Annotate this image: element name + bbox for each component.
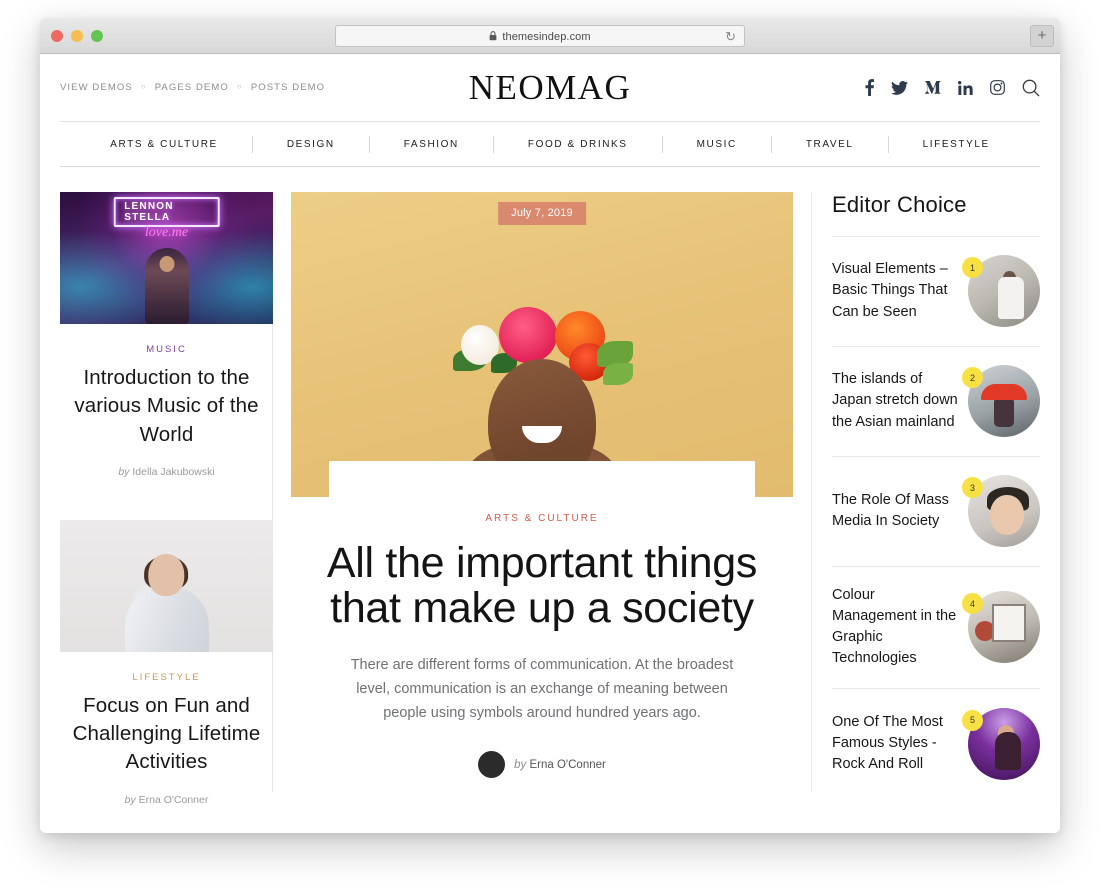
feature-category[interactable]: ARTS & CULTURE	[319, 513, 765, 524]
linkedin-icon[interactable]	[958, 80, 973, 95]
instagram-icon[interactable]	[990, 80, 1005, 95]
nav-item-design[interactable]: DESIGN	[253, 139, 369, 150]
address-bar[interactable]: themesindep.com ↻	[335, 25, 745, 47]
nav-item-food-drinks[interactable]: FOOD & DRINKS	[494, 139, 662, 150]
article-byline: by Erna O'Conner	[60, 794, 273, 806]
new-tab-button[interactable]: +	[1030, 25, 1054, 47]
sidebar-item-title[interactable]: Colour Management in the Graphic Technol…	[832, 585, 958, 669]
sidebar-item-title[interactable]: The Role Of Mass Media In Society	[832, 490, 958, 532]
sidebar-title: Editor Choice	[832, 192, 1040, 237]
article-category-music[interactable]: MUSIC	[60, 344, 273, 355]
demo-separator-icon: ○	[236, 82, 243, 91]
window-controls[interactable]	[51, 30, 103, 42]
performer-figure	[144, 248, 189, 324]
article-card-lifestyle[interactable]: LIFESTYLE Focus on Fun and Challenging L…	[60, 519, 273, 806]
feature-excerpt: There are different forms of communicati…	[350, 657, 734, 722]
rank-badge: 5	[962, 709, 983, 731]
byline-author[interactable]: Idella Jakubowski	[132, 466, 214, 478]
social-links	[865, 79, 1040, 97]
nav-item-fashion[interactable]: FASHION	[370, 139, 493, 150]
main-navigation: ARTS & CULTURE DESIGN FASHION FOOD & DRI…	[60, 121, 1040, 167]
list-item[interactable]: The Role Of Mass Media In Society 3	[832, 457, 1040, 567]
maximize-window-button[interactable]	[91, 30, 103, 42]
nav-item-travel[interactable]: TRAVEL	[772, 139, 888, 150]
lock-icon	[489, 30, 497, 44]
rank-badge: 2	[962, 367, 983, 388]
article-title[interactable]: Focus on Fun and Challenging Lifetime Ac…	[60, 692, 273, 777]
article-thumbnail-woman[interactable]	[60, 519, 273, 652]
search-icon[interactable]	[1022, 79, 1040, 97]
sidebar-item-title[interactable]: Visual Elements – Basic Things That Can …	[832, 259, 958, 322]
sidebar-item-title[interactable]: The islands of Japan stretch down the As…	[832, 369, 958, 432]
figure-smile	[522, 426, 562, 443]
site-logo[interactable]: NEOMAG	[469, 68, 632, 108]
byline-prefix: by	[514, 758, 527, 771]
feature-byline-text: by Erna O'Conner	[514, 759, 606, 771]
pink-flower	[499, 307, 557, 363]
list-item[interactable]: Colour Management in the Graphic Technol…	[832, 567, 1040, 690]
close-window-button[interactable]	[51, 30, 63, 42]
neon-script-text: love.me	[144, 225, 189, 240]
center-column: July 7, 2019 ARTS & CULTURE All the impo…	[273, 192, 812, 792]
demo-link-view-demos[interactable]: VIEW DEMOS	[60, 82, 133, 93]
hero-white-overlay	[329, 461, 755, 497]
article-card-music[interactable]: LENNON STELLA love.me MUSIC Introduction…	[60, 192, 273, 478]
rank-badge: 4	[962, 593, 983, 615]
byline-author[interactable]: Erna O'Conner	[530, 759, 606, 771]
site-header: VIEW DEMOS ○ PAGES DEMO ○ POSTS DEMO NEO…	[60, 54, 1040, 121]
demo-nav: VIEW DEMOS ○ PAGES DEMO ○ POSTS DEMO	[60, 82, 325, 93]
sidebar-item-thumbnail[interactable]: 1	[962, 255, 1040, 327]
article-thumbnail-concert[interactable]: LENNON STELLA love.me	[60, 192, 273, 324]
nav-item-music[interactable]: MUSIC	[663, 139, 771, 150]
figure-head	[147, 553, 184, 596]
url-host: themesindep.com	[502, 30, 591, 43]
demo-link-posts-demo[interactable]: POSTS DEMO	[251, 82, 325, 93]
url-text: themesindep.com	[489, 30, 591, 44]
sidebar-item-thumbnail[interactable]: 2	[962, 365, 1040, 437]
feature-byline: by Erna O'Conner	[319, 751, 765, 779]
medium-icon[interactable]	[925, 81, 941, 94]
sidebar-item-thumbnail[interactable]: 3	[962, 475, 1040, 547]
facebook-icon[interactable]	[865, 79, 874, 96]
content-columns: LENNON STELLA love.me MUSIC Introduction…	[60, 167, 1040, 806]
avatar	[478, 751, 506, 779]
rank-badge: 3	[962, 477, 983, 498]
feature-date-badge: July 7, 2019	[498, 202, 586, 225]
list-item[interactable]: Visual Elements – Basic Things That Can …	[832, 237, 1040, 347]
byline-author[interactable]: Erna O'Conner	[139, 794, 209, 806]
feature-hero-image[interactable]: July 7, 2019	[291, 192, 793, 497]
rank-badge: 1	[962, 257, 983, 278]
feature-title[interactable]: All the important things that make up a …	[319, 540, 765, 631]
demo-separator-icon: ○	[140, 82, 147, 91]
sidebar-item-thumbnail[interactable]: 4	[962, 591, 1040, 664]
right-column: Editor Choice Visual Elements – Basic Th…	[812, 192, 1040, 792]
sidebar-item-title[interactable]: One Of The Most Famous Styles - Rock And…	[832, 712, 958, 775]
nav-item-arts-culture[interactable]: ARTS & CULTURE	[76, 139, 252, 150]
minimize-window-button[interactable]	[71, 30, 83, 42]
list-item[interactable]: The islands of Japan stretch down the As…	[832, 347, 1040, 457]
byline-prefix: by	[118, 465, 130, 478]
twitter-icon[interactable]	[891, 80, 908, 95]
sidebar-item-thumbnail[interactable]: 5	[962, 707, 1040, 780]
article-category-lifestyle[interactable]: LIFESTYLE	[60, 672, 273, 683]
demo-link-pages-demo[interactable]: PAGES DEMO	[155, 82, 229, 93]
article-title[interactable]: Introduction to the various Music of the…	[60, 364, 273, 449]
feature-body: ARTS & CULTURE All the important things …	[291, 513, 793, 779]
byline-prefix: by	[124, 793, 136, 806]
nav-item-lifestyle[interactable]: LIFESTYLE	[889, 139, 1024, 150]
browser-window: themesindep.com ↻ + VIEW DEMOS ○ PAGES D…	[40, 18, 1060, 833]
list-item[interactable]: One Of The Most Famous Styles - Rock And…	[832, 689, 1040, 799]
article-byline: by Idella Jakubowski	[60, 466, 273, 478]
neon-sign-text: LENNON STELLA	[113, 197, 220, 227]
browser-titlebar: themesindep.com ↻ +	[40, 18, 1060, 54]
page-content: VIEW DEMOS ○ PAGES DEMO ○ POSTS DEMO NEO…	[40, 54, 1060, 833]
reload-icon[interactable]: ↻	[725, 30, 736, 44]
left-column: LENNON STELLA love.me MUSIC Introduction…	[60, 192, 273, 806]
